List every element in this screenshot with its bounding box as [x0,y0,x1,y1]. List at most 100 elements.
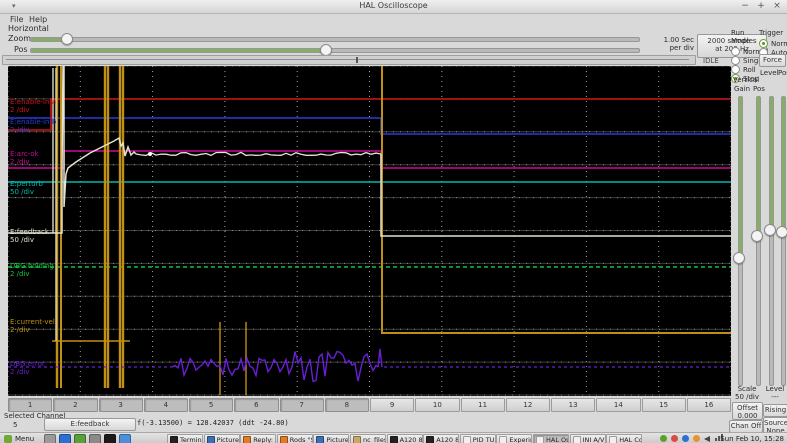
trigger-level-fill [770,97,773,227]
force-button[interactable]: Force [759,54,786,67]
trigger-group: Trigger Normal Auto [759,29,787,57]
channel-button-7[interactable]: 7 [279,398,324,412]
channel-label-E:enable-in-a: E:enable-in-a 2 /div [10,98,57,114]
firefox-icon[interactable] [59,434,71,443]
rising-button[interactable]: Rising [763,404,787,417]
task-button-ini-a-v[interactable]: INI A/V [569,434,606,443]
channel-button-13[interactable]: 13 [551,398,596,412]
radio-icon[interactable] [731,65,740,74]
pos-slider-label: Pos [14,45,28,54]
channel-button-9[interactable]: 9 [370,398,415,412]
trigger-normal[interactable]: Normal [759,39,787,48]
radio-icon[interactable] [731,47,740,56]
run-mode-normal[interactable]: Normal [731,47,768,56]
task-button-experim-[interactable]: Experim... [496,434,533,443]
update-manager-icon[interactable] [660,435,667,442]
task-button-hal-osc-[interactable]: HAL Osc... [533,434,569,443]
pos-slider-fill [31,49,326,52]
record-position-bar[interactable] [2,55,696,65]
zoom-slider-knob[interactable] [61,33,73,45]
titlebar[interactable]: ▾ HAL Oscilloscope − + × [0,0,787,14]
close-button[interactable]: × [771,1,783,12]
trigger-pos-knob[interactable] [776,226,787,238]
channel-label-E:current-vel: E:current-vel 2 /div [10,318,55,334]
task-button-reply-[interactable]: Reply: -... [240,434,277,443]
channel-button-16[interactable]: 16 [686,398,731,412]
network-icon[interactable] [693,435,700,442]
channel-button-14[interactable]: 14 [596,398,641,412]
channel-button-5[interactable]: 5 [189,398,234,412]
terminal-icon[interactable] [104,434,116,443]
bluetooth-icon[interactable] [682,435,689,442]
trace-feedback-plateau [135,151,382,157]
chromium-tray-icon[interactable] [671,435,678,442]
zoom-slider[interactable] [30,37,640,42]
channel-button-15[interactable]: 15 [641,398,686,412]
task-button-rods-s-[interactable]: Rods "S... [276,434,313,443]
time-per-div-value: 1.00 Sec per div [663,36,694,52]
radio-icon[interactable] [731,56,740,65]
run-mode-roll[interactable]: Roll [731,65,761,74]
vertical-gain-fill [739,97,742,255]
channel-button-8[interactable]: 8 [324,398,369,412]
task-button-label: Terminal [180,435,202,443]
menu-button[interactable]: Menu [15,435,34,443]
pos-slider[interactable] [30,48,640,53]
clock: Sun Feb 10, 15:28 [720,435,784,443]
selected-channel-name-button[interactable]: E:feedback [44,418,136,431]
channel-button-11[interactable]: 11 [460,398,505,412]
task-button-label: INI A/V [582,435,605,443]
task-button-icon [572,435,581,443]
run-mode-label: Run Mode [731,29,751,45]
record-position-marker[interactable] [356,57,358,63]
channel-button-1[interactable]: 1 [8,398,53,412]
trace-error-noise [171,356,293,379]
filemanager-icon[interactable] [89,434,101,443]
task-button-pictures[interactable]: Pictures [203,434,240,443]
channel-button-4[interactable]: 4 [143,398,188,412]
channel-button-10[interactable]: 10 [415,398,460,412]
task-button-nc-files[interactable]: nc_files [350,434,386,443]
trace-feedback-end [380,154,731,237]
channel-button-12[interactable]: 12 [505,398,550,412]
run-mode-single[interactable]: Single [731,56,765,65]
channel-button-3[interactable]: 3 [98,398,143,412]
channel-button-2[interactable]: 2 [53,398,98,412]
scale-label: Scale [737,385,757,393]
task-button-icon [499,435,508,443]
maximize-button[interactable]: + [755,1,767,12]
window-title: HAL Oscilloscope [359,1,428,10]
task-button-pictures[interactable]: Pictures [313,434,350,443]
volume-icon[interactable] [704,436,710,442]
task-button-label: Experim... [509,435,531,443]
edit-icon[interactable] [44,434,56,443]
mint-menu-icon[interactable] [4,435,12,443]
offset-button[interactable]: Offset 0.000 [732,402,763,420]
screenshot-icon[interactable] [74,434,86,443]
radio-selected-icon[interactable] [759,39,768,48]
task-button-label: HAL Co... [619,435,643,443]
task-button-a120-80-[interactable]: A120 80... [423,434,460,443]
scope-display[interactable]: E:enable-in-a 2 /div E:enable-in-b 2 /div E:… [7,65,732,396]
level-value: --- [771,393,779,401]
vertical-gain-label: Gain [734,85,751,93]
trigger-pos-slider[interactable] [781,96,786,386]
channel-button-6[interactable]: 6 [234,398,279,412]
task-button-a120-80-[interactable]: A120 80... [386,434,423,443]
selected-channel-number: 5 [13,421,18,429]
vertical-gain-slider[interactable] [738,96,743,386]
task-button-terminal[interactable]: Terminal [167,434,203,443]
trigger-level-label: Level [760,69,779,77]
trigger-level-slider[interactable] [769,96,774,386]
hal-oscilloscope-window: ▾ HAL Oscilloscope − + × File Help Horiz… [0,0,787,443]
task-button-pid-tune[interactable]: PID TUNE [459,434,496,443]
trace-error-noise [291,350,379,383]
chromium-icon[interactable] [119,434,131,443]
scale-value: 50 /div [734,393,760,401]
cursor-marker-dot[interactable] [148,152,152,156]
trigger-level-knob[interactable] [764,224,776,236]
vertical-pos-knob[interactable] [751,230,763,242]
task-button-hal-co-[interactable]: HAL Co... [606,434,643,443]
vertical-gain-knob[interactable] [733,252,745,264]
minimize-button[interactable]: − [739,1,751,12]
